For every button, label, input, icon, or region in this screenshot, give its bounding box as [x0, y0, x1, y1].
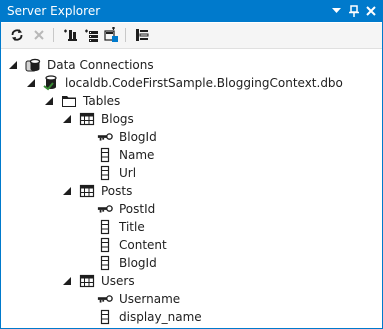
tree-node-label: Content — [119, 238, 167, 252]
connect-to-server-icon[interactable] — [82, 26, 100, 44]
tree-node-label: display_name — [119, 310, 202, 324]
connect-to-sharepoint-icon[interactable] — [102, 26, 120, 44]
tree-node-label: BlogId — [119, 256, 157, 270]
tree-node-posts[interactable]: Posts — [1, 182, 382, 200]
primary-key-icon — [97, 291, 113, 307]
properties-icon[interactable] — [133, 26, 151, 44]
expanded-arrow-icon[interactable] — [43, 95, 55, 107]
tree-node-label: Users — [101, 274, 135, 288]
dropdown-arrow-icon[interactable] — [329, 4, 343, 18]
tree-node-label: BlogId — [119, 130, 157, 144]
table-icon — [79, 273, 95, 289]
expanded-arrow-icon[interactable] — [61, 113, 73, 125]
tree-node-blogs[interactable]: Blogs — [1, 110, 382, 128]
tree-node-label: Username — [119, 292, 181, 306]
tree-node-blogid[interactable]: BlogId — [1, 254, 382, 272]
column-icon — [97, 309, 113, 325]
refresh-icon[interactable] — [8, 26, 26, 44]
column-icon — [97, 165, 113, 181]
tree-node-data-connections[interactable]: Data Connections — [1, 56, 382, 74]
server-explorer-window: Server Explorer Data Connections localdb… — [0, 0, 383, 329]
toolbar-separator — [53, 28, 54, 42]
stop-icon[interactable] — [30, 26, 48, 44]
tree-node-localdb-codefirstsample-bloggingcontext-dbo[interactable]: localdb.CodeFirstSample.BloggingContext.… — [1, 74, 382, 92]
primary-key-icon — [97, 129, 113, 145]
database-connections-icon — [25, 57, 41, 73]
window-title: Server Explorer — [7, 4, 101, 18]
table-icon — [79, 111, 95, 127]
column-icon — [97, 219, 113, 235]
tree-node-label: Title — [119, 220, 145, 234]
column-icon — [97, 237, 113, 253]
tree-node-label: Name — [119, 148, 155, 162]
tree-node-label: Tables — [83, 94, 121, 108]
tree-node-label: localdb.CodeFirstSample.BloggingContext.… — [65, 76, 343, 90]
tree-node-tables[interactable]: Tables — [1, 92, 382, 110]
table-icon — [79, 183, 95, 199]
tree-node-title[interactable]: Title — [1, 218, 382, 236]
tree-node-url[interactable]: Url — [1, 164, 382, 182]
expanded-arrow-icon[interactable] — [7, 59, 19, 71]
close-icon[interactable] — [364, 4, 378, 18]
tree-node-content[interactable]: Content — [1, 236, 382, 254]
tree-node-name[interactable]: Name — [1, 146, 382, 164]
expanded-arrow-icon[interactable] — [61, 275, 73, 287]
tree-node-users[interactable]: Users — [1, 272, 382, 290]
connect-to-database-icon[interactable] — [61, 26, 79, 44]
title-bar: Server Explorer — [1, 1, 382, 22]
primary-key-icon — [97, 201, 113, 217]
tree-node-username[interactable]: Username — [1, 290, 382, 308]
database-icon — [43, 75, 59, 91]
tree-node-label: Data Connections — [47, 58, 154, 72]
tree-node-blogid[interactable]: BlogId — [1, 128, 382, 146]
expanded-arrow-icon[interactable] — [25, 77, 37, 89]
toolbar — [1, 23, 382, 49]
column-icon — [97, 255, 113, 271]
column-icon — [97, 147, 113, 163]
tree-node-postid[interactable]: PostId — [1, 200, 382, 218]
tree-node-label: Posts — [101, 184, 133, 198]
toolbar-separator — [125, 28, 126, 42]
tree-node-display-name[interactable]: display_name — [1, 308, 382, 326]
tree-node-label: PostId — [119, 202, 156, 216]
folder-icon — [61, 93, 77, 109]
tree-node-label: Url — [119, 166, 137, 180]
pin-icon[interactable] — [347, 4, 361, 18]
expanded-arrow-icon[interactable] — [61, 185, 73, 197]
server-tree: Data Connections localdb.CodeFirstSample.… — [1, 48, 382, 328]
tree-node-label: Blogs — [101, 112, 134, 126]
